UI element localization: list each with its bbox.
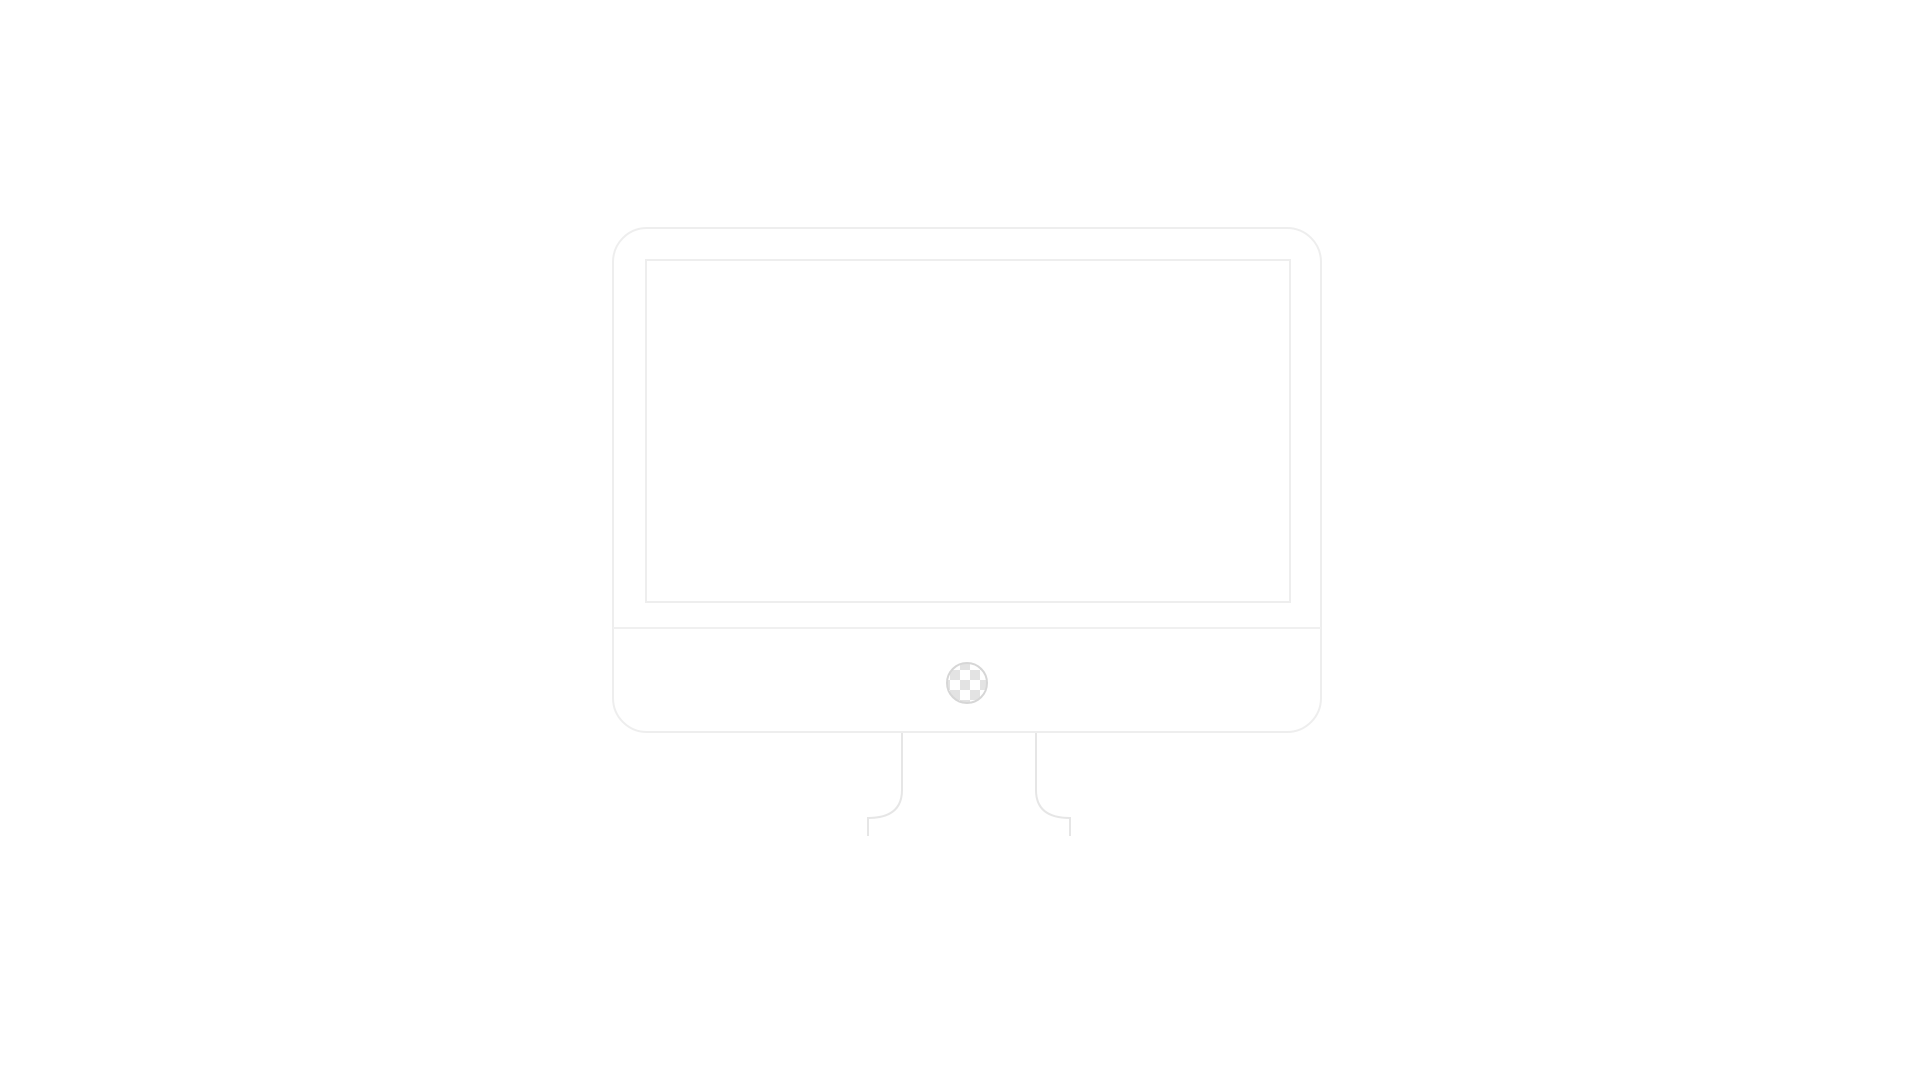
monitor-screen [645, 259, 1291, 603]
canvas [0, 0, 1920, 1080]
desktop-monitor-icon [612, 227, 1322, 837]
monitor-stand-fill [903, 733, 1035, 837]
power-button-icon [946, 662, 988, 704]
